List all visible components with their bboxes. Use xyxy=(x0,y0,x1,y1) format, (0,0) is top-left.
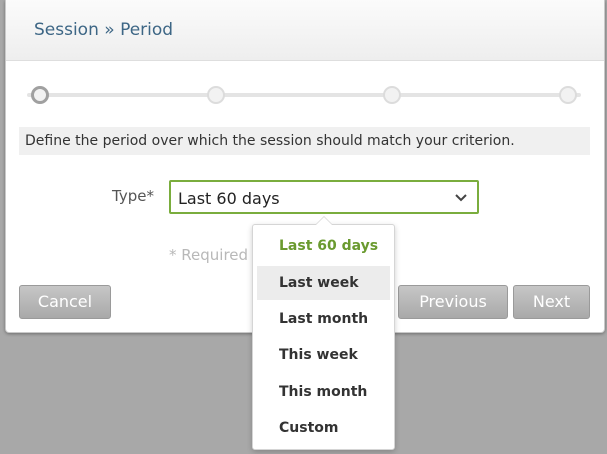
type-dropdown-menu: Last 60 days Last week Last month This w… xyxy=(252,216,395,450)
option-custom[interactable]: Custom xyxy=(257,411,390,445)
info-text: Define the period over which the session… xyxy=(19,127,590,155)
step-dot-2 xyxy=(207,86,225,104)
chevron-down-icon xyxy=(455,194,467,202)
previous-button[interactable]: Previous xyxy=(398,285,508,319)
dialog-title: Session » Period xyxy=(34,20,174,40)
option-last-week[interactable]: Last week xyxy=(257,266,390,300)
required-note: * Required xyxy=(169,246,249,264)
next-button[interactable]: Next xyxy=(513,285,590,319)
step-dot-1 xyxy=(31,86,49,104)
step-progress xyxy=(19,84,589,106)
dialog-header: Session » Period xyxy=(6,0,604,61)
step-dot-3 xyxy=(383,86,401,104)
type-select-value: Last 60 days xyxy=(178,189,280,208)
step-dot-4 xyxy=(559,86,577,104)
cancel-button[interactable]: Cancel xyxy=(19,285,111,319)
type-select[interactable]: Last 60 days xyxy=(169,180,479,214)
step-progress-line xyxy=(27,93,581,97)
option-this-week[interactable]: This week xyxy=(257,338,390,372)
type-label: Type* xyxy=(112,187,154,205)
option-this-month[interactable]: This month xyxy=(257,375,390,409)
option-last-month[interactable]: Last month xyxy=(257,302,390,336)
option-last-60-days[interactable]: Last 60 days xyxy=(257,229,390,263)
